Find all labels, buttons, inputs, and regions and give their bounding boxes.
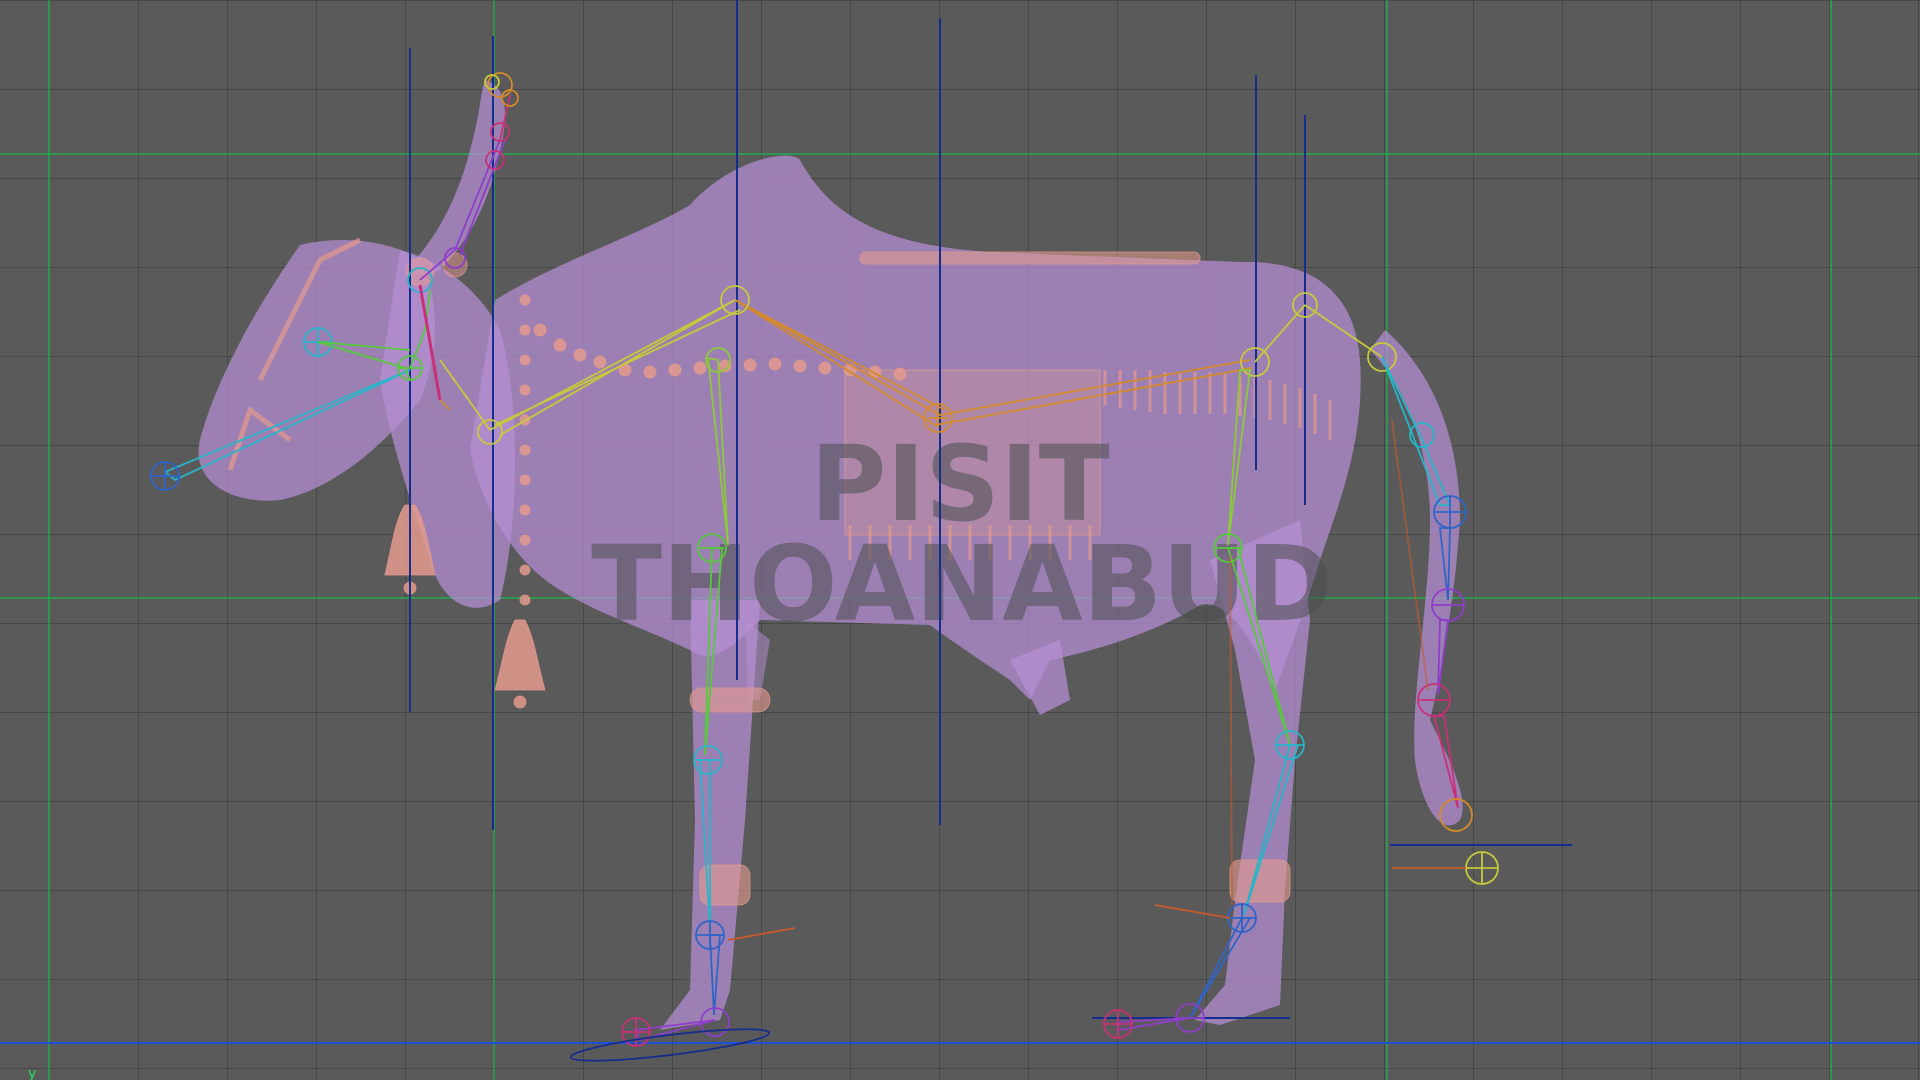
watermark-line2: THOANABUD [591,523,1333,645]
axis-indicator-y: y [28,1066,36,1080]
viewport-canvas[interactable]: PISIT THOANABUD y [0,0,1920,1080]
3d-viewport[interactable]: PISIT THOANABUD y [0,0,1920,1080]
